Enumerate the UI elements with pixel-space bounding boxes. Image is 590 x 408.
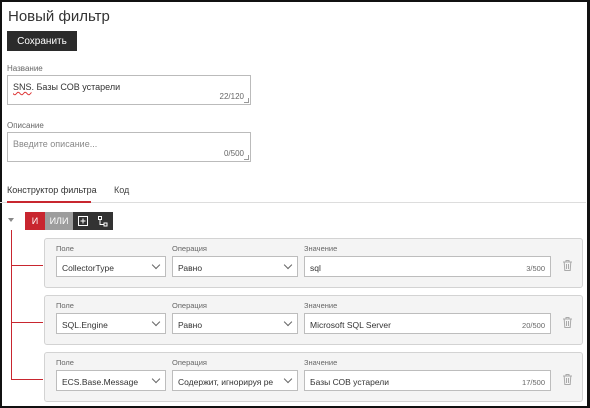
field-label: Поле (56, 301, 74, 310)
and-button[interactable]: И (25, 212, 45, 230)
value-input[interactable]: Базы СОВ устарели 17/500 (304, 370, 551, 391)
tab-bar: Конструктор фильтра Код (0, 180, 586, 203)
chevron-down-icon (151, 317, 161, 327)
add-condition-button[interactable] (73, 212, 93, 230)
tree-connector (11, 230, 12, 379)
field-label: Поле (56, 358, 74, 367)
trash-icon[interactable] (563, 317, 572, 328)
chevron-down-icon (283, 374, 293, 384)
value-input[interactable]: sql 3/500 (304, 256, 551, 277)
operation-label: Операция (172, 358, 207, 367)
operation-label: Операция (172, 301, 207, 310)
trash-icon[interactable] (563, 260, 572, 271)
value-label: Значение (304, 244, 338, 253)
resize-handle-icon[interactable] (244, 98, 249, 103)
name-counter: 22/120 (219, 92, 244, 101)
description-field[interactable]: Введите описание... 0/500 (7, 132, 251, 162)
field-select[interactable]: ECS.Base.Message (56, 370, 166, 391)
value-counter: 17/500 (522, 378, 545, 387)
save-button[interactable]: Сохранить (7, 31, 77, 51)
or-button[interactable]: ИЛИ (45, 212, 73, 230)
page-title: Новый фильтр (8, 8, 110, 25)
operation-select[interactable]: Равно (172, 313, 298, 334)
description-label: Описание (7, 121, 44, 130)
operation-label: Операция (172, 244, 207, 253)
field-label: Поле (56, 244, 74, 253)
tab-filter-builder[interactable]: Конструктор фильтра (7, 185, 97, 195)
chevron-down-icon (151, 374, 161, 384)
condition-row: Поле Операция Значение SQL.Engine Равно … (44, 295, 583, 345)
add-group-button[interactable] (93, 212, 113, 230)
operation-select[interactable]: Содержит, игнорируя ре (172, 370, 298, 391)
field-select[interactable]: CollectorType (56, 256, 166, 277)
value-counter: 20/500 (522, 321, 545, 330)
logic-toolbar: И ИЛИ (25, 212, 113, 230)
chevron-down-icon (283, 317, 293, 327)
window-frame (0, 0, 590, 408)
description-counter: 0/500 (223, 149, 244, 158)
add-condition-icon (78, 216, 88, 226)
active-tab-indicator (7, 201, 91, 203)
value-counter: 3/500 (526, 264, 545, 273)
resize-handle-icon[interactable] (244, 155, 249, 160)
tab-code[interactable]: Код (114, 185, 129, 195)
name-label: Название (7, 64, 43, 73)
value-input[interactable]: Microsoft SQL Server 20/500 (304, 313, 551, 334)
tree-branch (11, 379, 43, 380)
name-value: SNS. Базы СОВ устарели (13, 82, 121, 92)
tree-branch (11, 322, 43, 323)
chevron-down-icon (151, 260, 161, 270)
trash-icon[interactable] (563, 374, 572, 385)
add-group-icon (98, 215, 108, 226)
value-label: Значение (304, 301, 338, 310)
description-placeholder: Введите описание... (13, 139, 98, 149)
tree-branch (11, 265, 43, 266)
name-field[interactable]: SNS. Базы СОВ устарели 22/120 (7, 75, 251, 105)
chevron-down-icon (283, 260, 293, 270)
operation-select[interactable]: Равно (172, 256, 298, 277)
field-select[interactable]: SQL.Engine (56, 313, 166, 334)
collapse-icon[interactable] (8, 218, 14, 222)
value-label: Значение (304, 358, 338, 367)
condition-row: Поле Операция Значение ECS.Base.Message … (44, 352, 583, 402)
condition-row: Поле Операция Значение CollectorType Рав… (44, 238, 583, 288)
